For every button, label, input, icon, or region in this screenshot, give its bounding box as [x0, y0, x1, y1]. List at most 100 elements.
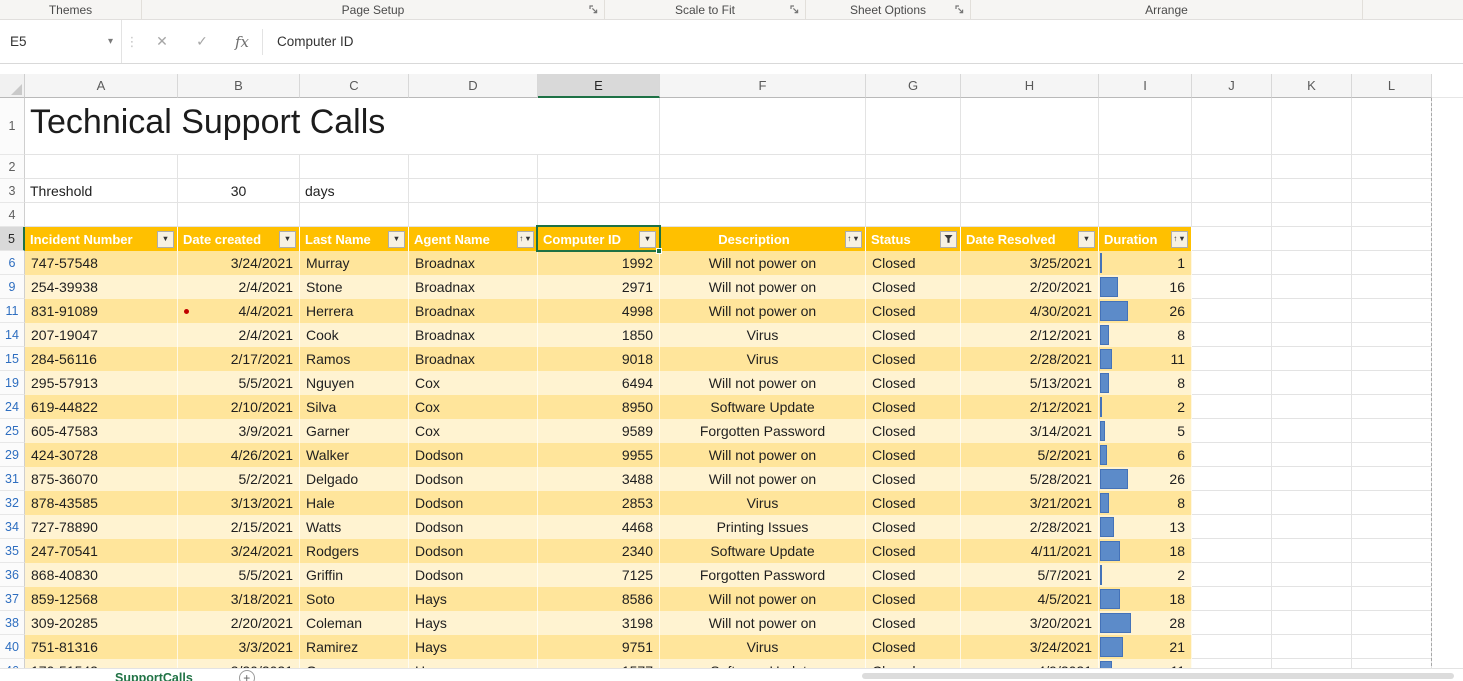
cell-C34[interactable]: Watts — [300, 515, 409, 539]
cell-E34[interactable]: 4468 — [538, 515, 660, 539]
cell-I14[interactable]: 8 — [1099, 323, 1192, 347]
cell-E31[interactable]: 3488 — [538, 467, 660, 491]
cell-H14[interactable]: 2/12/2021 — [961, 323, 1099, 347]
cell-D31[interactable]: Dodson — [409, 467, 538, 491]
cell-F32[interactable]: Virus — [660, 491, 866, 515]
cell-F4[interactable] — [660, 203, 866, 227]
cell-I24[interactable]: 2 — [1099, 395, 1192, 419]
table-header-computer-id[interactable]: Computer ID ▼ — [538, 227, 660, 251]
cell-A35[interactable]: 247-70541 — [25, 539, 178, 563]
cell-B19[interactable]: 5/5/2021 — [178, 371, 300, 395]
cell-L38[interactable] — [1352, 611, 1432, 635]
cell-C35[interactable]: Rodgers — [300, 539, 409, 563]
cell-H29[interactable]: 5/2/2021 — [961, 443, 1099, 467]
filter-button-date-created[interactable]: ▼ — [279, 230, 296, 248]
cell-H40[interactable]: 3/24/2021 — [961, 635, 1099, 659]
cell-L9[interactable] — [1352, 275, 1432, 299]
cell-F1[interactable] — [660, 98, 866, 155]
filter-button-duration[interactable]: ↑ ▼ — [1171, 230, 1188, 248]
cell-A25[interactable]: 605-47583 — [25, 419, 178, 443]
cell-J37[interactable] — [1192, 587, 1272, 611]
cell-I3[interactable] — [1099, 179, 1192, 203]
cell-G25[interactable]: Closed — [866, 419, 961, 443]
name-box[interactable]: E5 ▾ — [0, 20, 122, 63]
cell-L6[interactable] — [1352, 251, 1432, 275]
new-sheet-button[interactable]: + — [238, 670, 255, 681]
cell-E6[interactable]: 1992 — [538, 251, 660, 275]
row-header-37[interactable]: 37 — [0, 587, 25, 611]
column-header-C[interactable]: C — [300, 74, 409, 98]
cell-E24[interactable]: 8950 — [538, 395, 660, 419]
cell-B36[interactable]: 5/5/2021 — [178, 563, 300, 587]
cell-I2[interactable] — [1099, 155, 1192, 179]
dialog-launcher-icon[interactable] — [954, 4, 966, 16]
cell-G29[interactable]: Closed — [866, 443, 961, 467]
cell-F25[interactable]: Forgotten Password — [660, 419, 866, 443]
cell-K25[interactable] — [1272, 419, 1352, 443]
cell-H19[interactable]: 5/13/2021 — [961, 371, 1099, 395]
cell-G38[interactable]: Closed — [866, 611, 961, 635]
cell-D2[interactable] — [409, 155, 538, 179]
cell-B4[interactable] — [178, 203, 300, 227]
cell-K29[interactable] — [1272, 443, 1352, 467]
cell-A36[interactable]: 868-40830 — [25, 563, 178, 587]
cell-G2[interactable] — [866, 155, 961, 179]
cell-I34[interactable]: 13 — [1099, 515, 1192, 539]
cell-K3[interactable] — [1272, 179, 1352, 203]
row-header-9[interactable]: 9 — [0, 275, 25, 299]
cell-L29[interactable] — [1352, 443, 1432, 467]
row-header-19[interactable]: 19 — [0, 371, 25, 395]
cell-J3[interactable] — [1192, 179, 1272, 203]
column-header-F[interactable]: F — [660, 74, 866, 98]
ribbon-group-label-arrange[interactable]: Arrange — [1145, 3, 1188, 17]
cell-J29[interactable] — [1192, 443, 1272, 467]
cell-J36[interactable] — [1192, 563, 1272, 587]
cell-A32[interactable]: 878-43585 — [25, 491, 178, 515]
cell-G40[interactable]: Closed — [866, 635, 961, 659]
cell-E15[interactable]: 9018 — [538, 347, 660, 371]
cell-H6[interactable]: 3/25/2021 — [961, 251, 1099, 275]
filter-button-computer-id[interactable]: ▼ — [639, 230, 656, 248]
cell-E25[interactable]: 9589 — [538, 419, 660, 443]
cell-D6[interactable]: Broadnax — [409, 251, 538, 275]
cell-F34[interactable]: Printing Issues — [660, 515, 866, 539]
cell-A40[interactable]: 751-81316 — [25, 635, 178, 659]
column-header-E[interactable]: E — [538, 74, 660, 98]
cell-D11[interactable]: Broadnax — [409, 299, 538, 323]
cell-B32[interactable]: 3/13/2021 — [178, 491, 300, 515]
cell-L15[interactable] — [1352, 347, 1432, 371]
cell-A37[interactable]: 859-12568 — [25, 587, 178, 611]
cell-C24[interactable]: Silva — [300, 395, 409, 419]
cell-C29[interactable]: Walker — [300, 443, 409, 467]
filter-button-date-resolved[interactable]: ▼ — [1078, 230, 1095, 248]
cell-A29[interactable]: 424-30728 — [25, 443, 178, 467]
cell-A14[interactable]: 207-19047 — [25, 323, 178, 347]
row-header-32[interactable]: 32 — [0, 491, 25, 515]
cell-H11[interactable]: 4/30/2021 — [961, 299, 1099, 323]
cell-A9[interactable]: 254-39938 — [25, 275, 178, 299]
cell-H4[interactable] — [961, 203, 1099, 227]
cell-I29[interactable]: 6 — [1099, 443, 1192, 467]
row-header-14[interactable]: 14 — [0, 323, 25, 347]
cell-D34[interactable]: Dodson — [409, 515, 538, 539]
cell-K32[interactable] — [1272, 491, 1352, 515]
cell-L4[interactable] — [1352, 203, 1432, 227]
cell-B25[interactable]: 3/9/2021 — [178, 419, 300, 443]
cell-D9[interactable]: Broadnax — [409, 275, 538, 299]
ribbon-group-label-page-setup[interactable]: Page Setup — [342, 3, 405, 17]
cell-G32[interactable]: Closed — [866, 491, 961, 515]
cell-G15[interactable]: Closed — [866, 347, 961, 371]
cell-L19[interactable] — [1352, 371, 1432, 395]
cell-C4[interactable] — [300, 203, 409, 227]
cell-K15[interactable] — [1272, 347, 1352, 371]
cell-F11[interactable]: Will not power on — [660, 299, 866, 323]
column-header-A[interactable]: A — [25, 74, 178, 98]
filter-button-agent-name[interactable]: ↑ ▼ — [517, 230, 534, 248]
cell-K2[interactable] — [1272, 155, 1352, 179]
cell-L35[interactable] — [1352, 539, 1432, 563]
cell-C19[interactable]: Nguyen — [300, 371, 409, 395]
cell-I32[interactable]: 8 — [1099, 491, 1192, 515]
row-header-1[interactable]: 1 — [0, 98, 25, 155]
cell-I38[interactable]: 28 — [1099, 611, 1192, 635]
cell-I37[interactable]: 18 — [1099, 587, 1192, 611]
